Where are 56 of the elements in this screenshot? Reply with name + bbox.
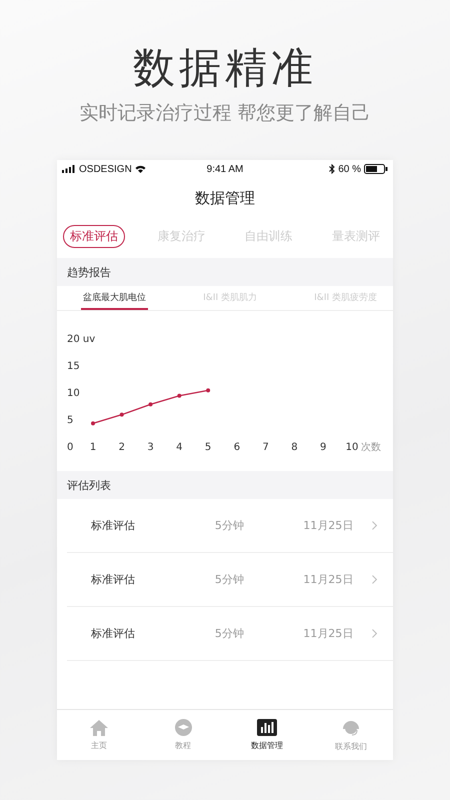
y-tick-label: 5 bbox=[67, 415, 74, 426]
screen-title: 数据管理 bbox=[194, 188, 256, 208]
tab[interactable]: 标准评估 bbox=[63, 224, 125, 248]
home-icon bbox=[90, 720, 108, 736]
headline: 数据精准 bbox=[133, 42, 317, 94]
chevron-icon bbox=[372, 521, 377, 530]
x-tick-label: 8 bbox=[291, 442, 298, 453]
x-tick-label: 2 bbox=[118, 442, 125, 453]
row-title: 标准评估 bbox=[91, 572, 136, 587]
bar-chart-icon bbox=[257, 719, 277, 736]
battery-percent: 60 % bbox=[338, 164, 361, 174]
data-point bbox=[177, 394, 182, 398]
y-tick-label: 0 bbox=[67, 442, 74, 453]
row-duration: 5分钟 bbox=[214, 626, 245, 641]
list-row[interactable]: 标准评估 5分钟 11月25日 bbox=[67, 553, 393, 607]
y-tick-label: 10 bbox=[67, 388, 80, 399]
nav-item[interactable]: 主页 bbox=[57, 710, 141, 760]
nav-item[interactable]: 教程 bbox=[141, 710, 225, 760]
battery-icon bbox=[364, 164, 388, 174]
x-tick-label: 1 bbox=[90, 442, 96, 453]
data-point bbox=[120, 412, 124, 417]
x-tick-label: 3 bbox=[147, 442, 154, 453]
signal-icon bbox=[62, 165, 76, 173]
y-tick-label: 15 bbox=[67, 361, 80, 372]
x-axis-label: 次数 bbox=[361, 442, 381, 453]
nav-item[interactable]: 数据管理 bbox=[225, 710, 309, 760]
data-point bbox=[148, 402, 153, 406]
nav-item[interactable]: 联系我们 bbox=[309, 710, 393, 760]
row-date: 11月25日 bbox=[303, 572, 354, 587]
chart-tab[interactable]: 盆底最大肌电位 bbox=[81, 286, 148, 310]
data-point bbox=[206, 388, 210, 392]
x-tick-label: 5 bbox=[204, 442, 212, 453]
bluetooth-icon bbox=[329, 164, 336, 174]
row-duration: 5分钟 bbox=[214, 518, 245, 533]
list-row[interactable]: 标准评估 5分钟 11月25日 bbox=[67, 607, 393, 661]
list-row[interactable]: 标准评估 5分钟 11月25日 bbox=[67, 499, 393, 553]
x-tick-label: 7 bbox=[262, 442, 269, 453]
row-duration: 5分钟 bbox=[214, 572, 245, 587]
chevron-icon bbox=[372, 629, 377, 638]
row-date: 11月25日 bbox=[303, 518, 354, 533]
status-time: 9:41 AM bbox=[206, 164, 244, 174]
y-tick-label: 20 uv bbox=[67, 334, 96, 345]
section-title: 评估列表 bbox=[67, 478, 111, 492]
subheadline: 实时记录治疗过程 帮您更了解自己 bbox=[79, 101, 371, 126]
row-date: 11月25日 bbox=[303, 626, 354, 641]
row-title: 标准评估 bbox=[91, 626, 136, 641]
chevron-icon bbox=[372, 575, 377, 584]
x-tick-label: 4 bbox=[176, 442, 183, 453]
data-point bbox=[91, 421, 95, 426]
carrier-name: OSDESIGN bbox=[79, 164, 132, 174]
x-tick-label: 9 bbox=[320, 442, 326, 453]
x-tick-label: 6 bbox=[234, 442, 240, 453]
section-title: 趋势报告 bbox=[67, 264, 111, 280]
x-tick-label: 10 bbox=[346, 442, 358, 453]
wifi-icon bbox=[134, 165, 146, 173]
row-title: 标准评估 bbox=[91, 518, 136, 533]
